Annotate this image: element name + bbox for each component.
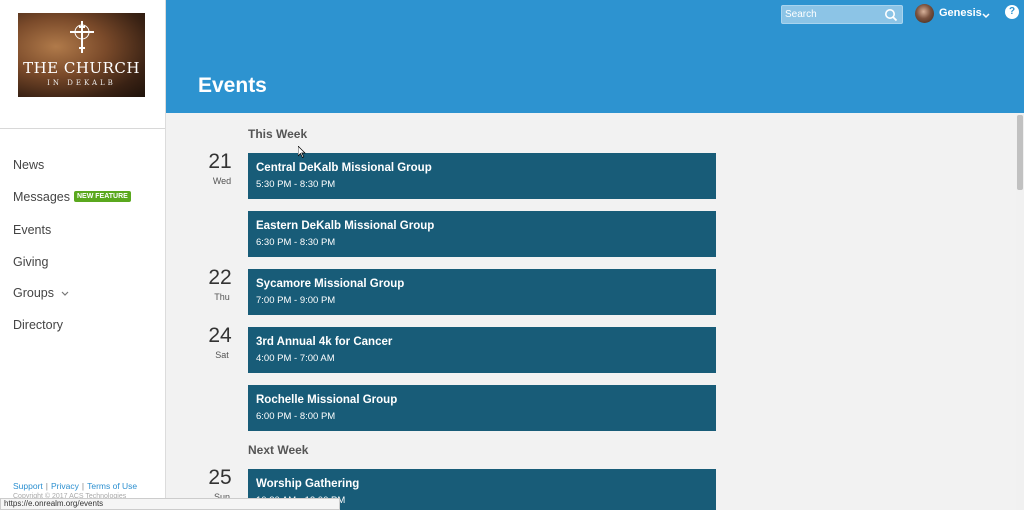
events-list: This Week 21 Wed Central DeKalb Missiona…: [166, 113, 1016, 510]
sidebar-item-label: Directory: [13, 318, 64, 332]
footer-links: Support | Privacy | Terms of Use: [13, 481, 137, 491]
church-logo[interactable]: THE CHURCH IN DEKALB: [18, 13, 145, 97]
sidebar-item-label: Events: [13, 223, 52, 237]
date-number: 24: [208, 324, 232, 347]
page-title: Events: [198, 74, 267, 97]
event-card[interactable]: Rochelle Missional Group 6:00 PM - 8:00 …: [248, 385, 716, 431]
sidebar-divider: [0, 128, 165, 129]
event-title: Worship Gathering: [256, 478, 360, 490]
event-time: 5:30 PM - 8:30 PM: [256, 179, 336, 190]
header: Genesis ? Events: [166, 0, 1024, 113]
event-time: 6:30 PM - 8:30 PM: [256, 237, 336, 248]
new-feature-badge: NEW FEATURE: [73, 191, 131, 203]
sidebar-item-groups[interactable]: Groups: [13, 286, 69, 300]
event-time: 4:00 PM - 7:00 AM: [256, 353, 335, 364]
sidebar-item-news[interactable]: News: [13, 158, 44, 172]
help-icon[interactable]: ?: [1005, 5, 1019, 19]
search-box: [781, 5, 903, 24]
date-number: 21: [208, 150, 232, 173]
sidebar-item-label: News: [13, 158, 45, 172]
section-header-this-week: This Week: [248, 127, 308, 141]
event-title: 3rd Annual 4k for Cancer: [256, 336, 393, 348]
status-bar-url: https://e.onrealm.org/events: [0, 498, 340, 510]
scrollbar[interactable]: [1016, 113, 1024, 510]
event-card[interactable]: 3rd Annual 4k for Cancer 4:00 PM - 7:00 …: [248, 327, 716, 373]
event-card[interactable]: Central DeKalb Missional Group 5:30 PM -…: [248, 153, 716, 199]
event-card[interactable]: Sycamore Missional Group 7:00 PM - 9:00 …: [248, 269, 716, 315]
mouse-cursor-icon: [297, 145, 306, 158]
separator: |: [45, 481, 48, 491]
event-card[interactable]: Eastern DeKalb Missional Group 6:30 PM -…: [248, 211, 716, 257]
event-time: 6:00 PM - 8:00 PM: [256, 411, 336, 422]
event-title: Sycamore Missional Group: [256, 278, 405, 290]
event-title: Eastern DeKalb Missional Group: [256, 220, 435, 232]
sidebar-item-label: Groups: [13, 286, 54, 300]
section-header-next-week: Next Week: [248, 443, 309, 457]
privacy-link[interactable]: Privacy: [51, 481, 79, 491]
event-time: 7:00 PM - 9:00 PM: [256, 295, 336, 306]
separator: |: [81, 481, 85, 491]
chevron-down-icon[interactable]: [981, 8, 991, 19]
logo-subtitle: IN DEKALB: [47, 79, 116, 87]
sidebar: THE CHURCH IN DEKALB News Messages NEW FE…: [0, 0, 166, 510]
scrollbar-thumb[interactable]: [1017, 115, 1023, 190]
date-weekday: Thu: [214, 292, 230, 302]
sidebar-item-messages[interactable]: Messages NEW FEATURE: [13, 190, 131, 204]
terms-link[interactable]: Terms of Use: [87, 481, 137, 491]
logo-name: THE CHURCH: [23, 59, 140, 77]
date-weekday: Wed: [212, 176, 232, 186]
cross-logo-icon: [64, 19, 100, 55]
sidebar-item-directory[interactable]: Directory: [13, 318, 63, 332]
search-icon[interactable]: [884, 8, 898, 22]
search-input[interactable]: [785, 7, 881, 22]
event-title: Central DeKalb Missional Group: [256, 162, 432, 174]
chevron-down-icon: [61, 289, 69, 299]
avatar[interactable]: [915, 4, 934, 23]
date-number: 22: [208, 266, 232, 289]
user-menu[interactable]: Genesis: [939, 7, 982, 19]
sidebar-item-label: Giving: [13, 255, 49, 269]
date-weekday: Sat: [215, 350, 229, 360]
sidebar-item-label: Messages: [13, 190, 70, 204]
support-link[interactable]: Support: [13, 481, 43, 491]
sidebar-item-giving[interactable]: Giving: [13, 255, 48, 269]
event-title: Rochelle Missional Group: [256, 394, 398, 406]
date-number: 25: [208, 466, 232, 489]
sidebar-item-events[interactable]: Events: [13, 223, 51, 237]
